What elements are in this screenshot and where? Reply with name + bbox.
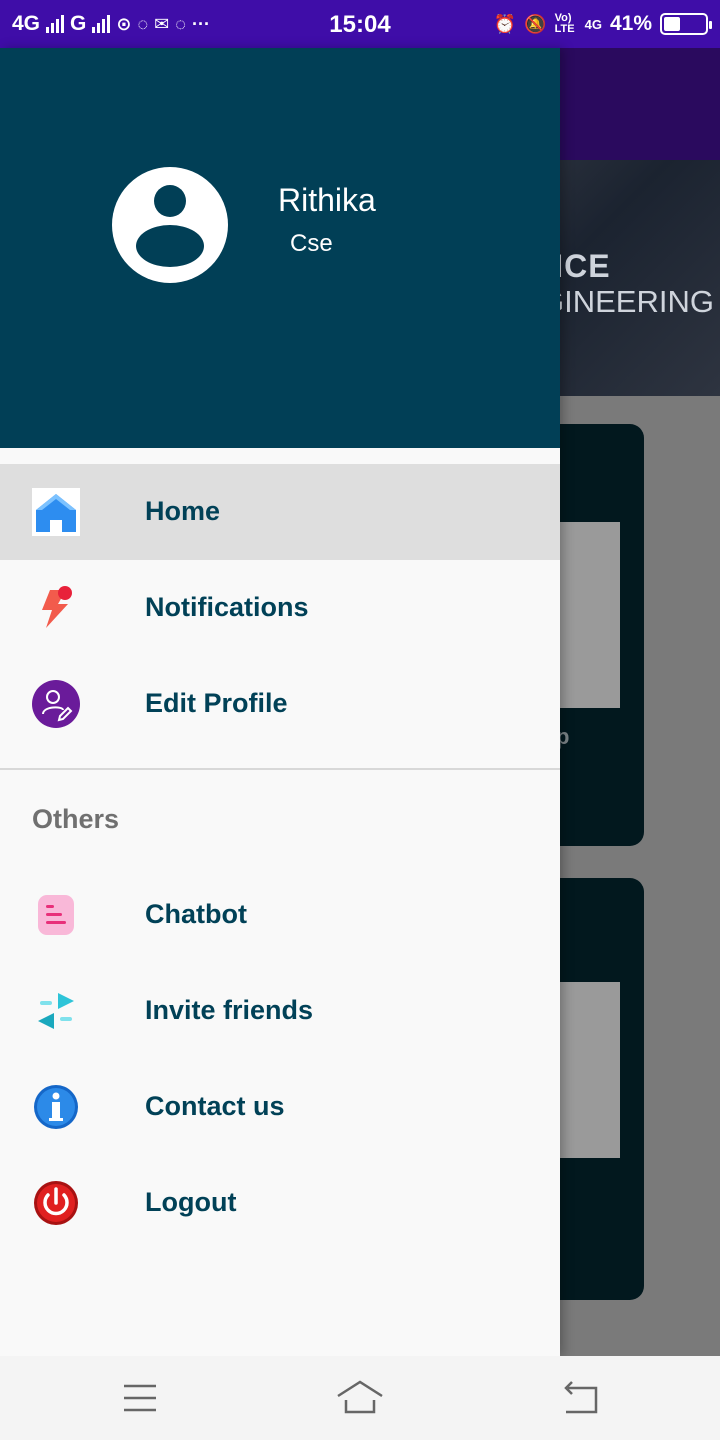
whatsapp-icon: ◌ [137, 13, 149, 34]
menu-label: Notifications [145, 592, 309, 622]
notification-icon [42, 586, 72, 628]
network-label: G [70, 12, 87, 35]
menu-label: Contact us [145, 1091, 285, 1121]
menu-item-invite-friends[interactable]: Invite friends [0, 963, 560, 1059]
avatar-icon[interactable] [112, 167, 228, 283]
menu-item-home[interactable]: Home [0, 464, 560, 560]
divider [0, 768, 560, 770]
signal-icon [92, 15, 111, 33]
home-nav-icon[interactable] [336, 1374, 384, 1422]
status-left: 4G G ⊙ ◌ ✉ ◌ ··· [12, 0, 210, 48]
system-nav-bar [0, 1356, 720, 1440]
menu-label: Invite friends [145, 995, 314, 1025]
whatsapp-icon: ◌ [175, 13, 186, 34]
user-name: Rithika [278, 182, 376, 218]
navigation-drawer: Rithika Cse Home Notifications Edit Prof… [0, 48, 560, 1356]
menu-item-logout[interactable]: Logout [0, 1155, 560, 1251]
menu-icon[interactable] [116, 1374, 164, 1422]
chatbot-icon [38, 895, 74, 935]
battery-percent: 41% [609, 12, 652, 35]
menu-label: Home [145, 496, 221, 526]
user-department: Cse [290, 230, 333, 257]
menu-item-contact-us[interactable]: Contact us [0, 1059, 560, 1155]
mute-icon: 🔕 [524, 13, 547, 34]
menu-item-edit-profile[interactable]: Edit Profile [0, 656, 560, 752]
hotspot-icon: ⊙ [116, 13, 132, 34]
invite-icon [38, 993, 74, 1029]
alarm-icon: ⏰ [493, 13, 517, 34]
power-icon [34, 1181, 78, 1225]
network-label: 4G [12, 12, 41, 35]
mail-icon: ✉ [154, 13, 170, 34]
battery-icon [660, 13, 712, 35]
edit-profile-icon [32, 680, 80, 728]
more-icon: ··· [191, 13, 210, 34]
menu-label: Chatbot [145, 899, 247, 929]
signal-icon [46, 15, 65, 33]
menu-item-chatbot[interactable]: Chatbot [0, 867, 560, 963]
status-bar: 4G G ⊙ ◌ ✉ ◌ ··· 15:04 ⏰ 🔕 Vo) LTE 4G 41… [0, 0, 720, 48]
back-icon[interactable] [556, 1374, 604, 1422]
drawer-header: Rithika Cse [0, 48, 560, 448]
home-icon [32, 488, 80, 536]
status-right: ⏰ 🔕 Vo) LTE 4G 41% [493, 0, 712, 48]
menu-item-notifications[interactable]: Notifications [0, 560, 560, 656]
menu-label: Edit Profile [145, 688, 288, 718]
network-label: 4G [584, 16, 602, 32]
section-title: Others [32, 804, 120, 834]
banner-text: GINEERING [540, 284, 714, 319]
menu-label: Logout [145, 1187, 237, 1217]
volte-label: Vo) LTE [554, 12, 575, 35]
info-icon [34, 1085, 78, 1129]
